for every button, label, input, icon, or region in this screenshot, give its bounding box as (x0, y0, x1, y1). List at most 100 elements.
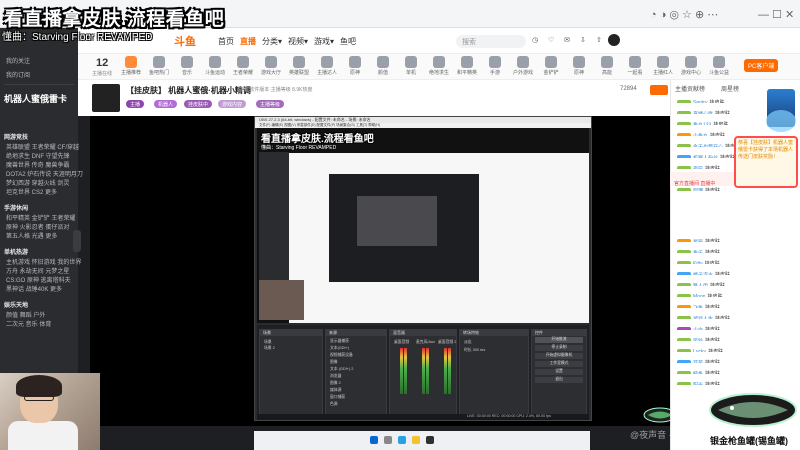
obs-transition-duration[interactable]: 时长 300 ms (464, 348, 485, 353)
category-item[interactable]: 绝地求生 (426, 55, 452, 79)
search-input[interactable]: 搜索 (456, 35, 526, 48)
category-item[interactable]: 主播达人 (314, 55, 340, 79)
chat-username[interactable]: 机器人粉丝 (693, 155, 718, 158)
chat-username[interactable]: 鱼丸123 (693, 122, 711, 125)
obs-source-item[interactable]: 浏览器 (330, 374, 341, 379)
chat-username[interactable]: Lucky (693, 349, 706, 352)
nav-live[interactable]: 直播 (240, 36, 256, 47)
category-item[interactable]: 主播推荐 (118, 55, 144, 79)
obs-scene-item[interactable]: 场景 (264, 340, 272, 345)
chat-username[interactable]: 小鱼丸 (693, 133, 708, 136)
chat-message[interactable]: 草莓挂皮肤 (677, 354, 775, 363)
chat-message[interactable]: 阳光挂皮肤 (677, 376, 775, 385)
chat-message[interactable]: 风铃挂皮肤 (677, 332, 775, 341)
browser-extension-icons[interactable]: ◔ ◑ ◎ ☆ ⊕ ⋯ (650, 8, 718, 21)
sidebar-row[interactable]: 坦克世界 CS2 更多 (6, 187, 57, 196)
chat-username[interactable]: 橘子汽水 (693, 272, 713, 275)
obs-studio-mode-button[interactable]: 工作室模式 (535, 361, 583, 367)
sidebar-row[interactable]: 第五人格 光遇 更多 (6, 231, 57, 240)
chat-tab-contribution[interactable]: 主播贡献榜 (675, 84, 705, 93)
chat-username[interactable]: 星辰 (693, 239, 703, 242)
chat-message[interactable]: Kitty挂皮肤 (677, 255, 775, 264)
chat-message[interactable]: 游戏人生挂皮肤 (677, 310, 775, 319)
sidebar-section-title[interactable]: 娱乐天地 (4, 300, 28, 309)
room-tag[interactable]: 游戏内容 (218, 100, 247, 108)
room-tag[interactable]: 机器人 (154, 100, 178, 108)
chat-message[interactable]: 路人甲挂皮肤 (677, 277, 775, 286)
chat-username[interactable]: 游戏人生 (693, 316, 713, 319)
chat-message[interactable]: 鲸鱼挂皮肤 (677, 365, 775, 374)
chat-username[interactable]: 今天也要开心 (693, 144, 723, 147)
nav-category[interactable]: 分类▾ (262, 36, 282, 47)
chat-username[interactable]: 飞鱼 (693, 305, 703, 308)
chat-username[interactable]: 草莓 (693, 360, 703, 363)
room-tag[interactable]: 主播 (126, 100, 145, 108)
chat-message[interactable]: 直播心愿挂皮肤 (677, 105, 775, 114)
chat-username[interactable]: Kitty (693, 261, 703, 264)
sidebar-row[interactable]: 英雄联盟 王者荣耀 CF/穿越 (6, 142, 79, 151)
download-icon[interactable]: ⇩ (580, 36, 586, 44)
chat-message[interactable]: 橘子汽水挂皮肤 (677, 266, 775, 275)
sidebar-section-title[interactable]: 单机热游 (4, 247, 28, 256)
room-tag[interactable]: 主播等级 (256, 100, 285, 108)
sidebar-row[interactable]: 绝地求生 DNF 守望先锋 (6, 151, 70, 160)
category-item[interactable]: 游戏中心 (678, 55, 704, 79)
sidebar-row[interactable]: 梦幻西游 穿越火线 剑灵 (6, 178, 69, 187)
chat-message[interactable]: 飞鱼挂皮肤 (677, 299, 775, 308)
explorer-icon[interactable] (412, 436, 420, 444)
category-item[interactable]: 颜值 (370, 55, 396, 79)
sidebar-row[interactable]: 原神 火影忍者 蛋仔派对 (6, 222, 69, 231)
avatar[interactable] (608, 34, 620, 46)
obs-source-item[interactable]: 显示器捕获 (330, 339, 349, 344)
nav-video[interactable]: 视频▾ (288, 36, 308, 47)
chat-tab-weekly[interactable]: 周星榜 (721, 84, 739, 93)
chat-message[interactable]: 鱼丸123挂皮肤 (677, 116, 775, 125)
chat-username[interactable]: 鲸鱼 (693, 371, 703, 374)
chat-message[interactable]: 鱼乐挂皮肤 (677, 244, 775, 253)
sidebar-item-follow[interactable]: 我的关注 (6, 56, 30, 65)
sidebar-row[interactable]: 二次元 音乐 体育 (6, 319, 51, 328)
obs-exit-button[interactable]: 退出 (535, 377, 583, 383)
category-item[interactable]: 游戏大厅 (258, 55, 284, 79)
sidebar-item-subscribe[interactable]: 我的订阅 (6, 70, 30, 79)
sidebar-row[interactable]: 方舟 永劫无间 元梦之星 (6, 266, 69, 275)
category-item[interactable]: 王者荣耀 (230, 55, 256, 79)
category-item[interactable]: 户外游戏 (510, 55, 536, 79)
category-item[interactable]: 手游 (482, 55, 508, 79)
category-item[interactable]: 一起看 (622, 55, 648, 79)
video-player[interactable]: OBS 27.2.3 (64-bit, windows) - 配置文件: 未命名… (90, 116, 677, 426)
taskbar-search-icon[interactable] (384, 436, 392, 444)
chat-username[interactable]: 直播心愿 (693, 111, 713, 114)
obs-record-button[interactable]: 停止录制 (535, 345, 583, 351)
chat-username[interactable]: Moon (693, 294, 706, 297)
chat-username[interactable]: 小白 (693, 327, 703, 330)
obs-virtual-cam-button[interactable]: 开始虚拟摄像机 (535, 353, 583, 359)
category-item[interactable]: 和平精英 (454, 55, 480, 79)
category-item[interactable]: 音乐 (174, 55, 200, 79)
history-icon[interactable]: ◷ (532, 36, 538, 44)
follow-icon[interactable]: ♡ (548, 36, 554, 44)
obs-transition-type[interactable]: 淡出 (464, 340, 472, 345)
category-item[interactable]: 鱼吧热门 (146, 55, 172, 79)
edge-icon[interactable] (398, 436, 406, 444)
chat-username[interactable]: 鱼乐 (693, 250, 703, 253)
category-item[interactable]: 英雄联盟 (286, 55, 312, 79)
windows-start-icon[interactable] (370, 436, 378, 444)
streamer-avatar[interactable] (92, 84, 120, 112)
nav-fishbar[interactable]: 鱼吧 (340, 36, 356, 47)
sidebar-collapse-handle[interactable] (73, 230, 81, 252)
sidebar-section-title[interactable]: 网游竞技 (4, 132, 28, 141)
nav-home[interactable]: 首页 (218, 36, 234, 47)
chat-username[interactable]: 风铃 (693, 338, 703, 341)
sidebar-row[interactable]: CS:GO 原神 逃离塔科夫 (6, 275, 71, 284)
obs-source-item[interactable]: 图像 (330, 360, 338, 365)
chat-message[interactable]: 小鱼丸挂皮肤 (677, 127, 775, 136)
chat-message[interactable]: Moon挂皮肤 (677, 288, 775, 297)
category-item[interactable]: 高能 (594, 55, 620, 79)
obs-settings-button[interactable]: 设置 (535, 369, 583, 375)
obs-source-item[interactable]: 视频捕获设备 (330, 353, 353, 358)
sidebar-row[interactable]: DOTA2 炉石传说 天涯明月刀 (6, 169, 83, 178)
sidebar-section-title[interactable]: 手游休闲 (4, 203, 28, 212)
sidebar-row[interactable]: 黑神话 战锤40K 更多 (6, 284, 62, 293)
obs-icon[interactable] (426, 436, 434, 444)
